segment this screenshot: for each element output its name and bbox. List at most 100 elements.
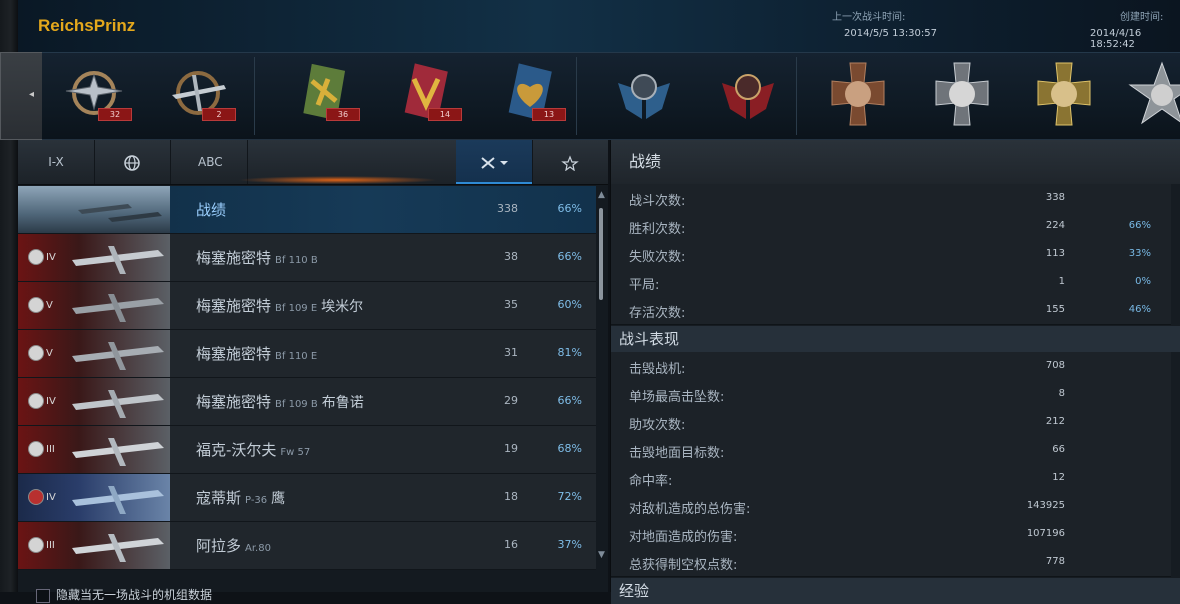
aircraft-list: 战绩 338 66% IV 梅塞施密特 Bf 110 B 38 66% V 梅塞施… [18, 186, 596, 570]
stat-value: 778 [1045, 556, 1065, 567]
list-item[interactable]: IV 梅塞施密特 Bf 109 B 布鲁诺 29 66% [18, 378, 596, 426]
aircraft-list-panel: I-X ABC 战绩 338 66% IV 梅塞施密特 Bf 110 B 38 … [18, 140, 608, 603]
tier-text: III [46, 540, 55, 551]
stat-percent: 0% [1135, 276, 1151, 287]
medal-count: 36 [326, 108, 360, 121]
medal-silver-cross[interactable] [926, 61, 998, 131]
silver-cross-portrait-icon [935, 62, 989, 126]
tier-text: V [46, 348, 53, 359]
medal-green-plane[interactable]: 36 [288, 61, 360, 131]
stat-label: 助攻次数: [629, 418, 686, 433]
scroll-down-icon[interactable]: ▼ [598, 550, 605, 560]
stat-value: 708 [1045, 360, 1065, 371]
list-item[interactable]: IV 梅塞施密特 Bf 110 B 38 66% [18, 234, 596, 282]
stat-percent: 33% [1128, 248, 1151, 259]
aircraft-nickname: 埃米尔 [321, 299, 364, 315]
blue-wings-emblem-icon [618, 74, 670, 119]
nation-emblem-icon [28, 441, 44, 457]
medal-count: 2 [202, 108, 236, 121]
summary-thumbnail [18, 186, 170, 233]
medal-wings-badge[interactable]: 32 [60, 61, 132, 131]
aircraft-image [72, 438, 164, 466]
aircraft-name-text: 阿拉多 [196, 537, 242, 555]
side-collapse-tab[interactable]: ◂ [0, 52, 44, 140]
tier-text: III [46, 444, 55, 455]
class-filter-dropdown[interactable] [456, 140, 533, 184]
list-item[interactable]: III 福克-沃尔夫 Fw 57 19 68% [18, 426, 596, 474]
medal-count: 32 [98, 108, 132, 121]
profile-header: ReichsPrinz 上一次战斗时间: 2014/5/5 13:30:57 创… [18, 0, 1180, 52]
medal-red-v[interactable]: 14 [390, 61, 462, 131]
list-item[interactable]: III 阿拉多 Ar.80 16 37% [18, 522, 596, 570]
stat-value: 338 [1045, 192, 1065, 203]
list-item[interactable]: IV 寇蒂斯 P-36 鹰 18 72% [18, 474, 596, 522]
aircraft-name: 寇蒂斯 P-36 鹰 [196, 487, 285, 508]
crossed-planes-icon [481, 156, 508, 169]
tier-badge: V [28, 297, 53, 313]
stat-value: 143925 [1026, 500, 1065, 511]
scroll-up-icon[interactable]: ▲ [598, 190, 605, 200]
wings-star-icon [561, 154, 579, 171]
medal-divider [254, 57, 255, 135]
tier-filter-button[interactable]: I-X [18, 140, 95, 184]
aircraft-name: 梅塞施密特 Bf 110 E [196, 343, 321, 364]
stat-value: 212 [1045, 416, 1065, 427]
stats-panel: 战绩 战斗次数: 338 胜利次数: 224 66% 失败次数: 113 33% 平局: 1… [610, 140, 1180, 604]
stat-value: 1 [1058, 276, 1065, 287]
stat-row: 对地面造成的伤害: 107196 [611, 520, 1171, 549]
medal-divider [576, 57, 577, 135]
stat-row: 总获得制空权点数: 778 [611, 548, 1171, 577]
battles-count: 338 [497, 202, 518, 215]
hide-empty-checkbox[interactable] [36, 588, 50, 603]
aircraft-image [72, 294, 164, 322]
aircraft-name-text: 战绩 [196, 201, 227, 219]
stat-label: 击毁地面目标数: [629, 446, 725, 461]
list-item-summary[interactable]: 战绩 338 66% [18, 186, 596, 234]
list-item[interactable]: V 梅塞施密特 Bf 109 E 埃米尔 35 60% [18, 282, 596, 330]
aircraft-image [72, 342, 164, 370]
filter-bar: I-X ABC [18, 140, 608, 185]
nation-emblem-icon [28, 393, 44, 409]
medal-heart[interactable]: 13 [494, 61, 566, 131]
battles-count: 35 [504, 298, 518, 311]
nation-filter-button[interactable] [94, 140, 171, 184]
aircraft-name: 阿拉多 Ar.80 [196, 535, 275, 556]
rank-filter-button[interactable] [532, 140, 608, 184]
plane-formation-image [78, 204, 162, 222]
aircraft-model: Bf 109 E [275, 303, 318, 314]
aircraft-name-text: 梅塞施密特 [196, 393, 272, 411]
stat-value: 113 [1045, 248, 1065, 259]
medal-propeller-plane[interactable]: 2 [164, 61, 236, 131]
win-rate: 66% [557, 394, 582, 407]
aircraft-name-text: 福克-沃尔夫 [196, 441, 277, 459]
last-battle-label: 上一次战斗时间: [832, 12, 906, 23]
stat-row: 战斗次数: 338 [611, 184, 1171, 213]
medal-gold-cross[interactable] [1028, 61, 1100, 131]
stat-row: 胜利次数: 224 66% [611, 212, 1171, 241]
hide-empty-option[interactable]: 隐藏当无一场战斗的机组数据 [36, 586, 212, 603]
list-scrollbar[interactable]: ▲ ▼ [596, 186, 608, 570]
scrollbar-thumb[interactable] [599, 208, 603, 300]
list-item[interactable]: V 梅塞施密特 Bf 110 E 31 81% [18, 330, 596, 378]
medal-red-wings[interactable] [712, 61, 784, 131]
stat-label: 击毁战机: [629, 362, 686, 377]
medal-bronze-cross[interactable] [822, 61, 894, 131]
medal-star[interactable] [1126, 61, 1180, 131]
nation-emblem-icon [28, 489, 44, 505]
medal-blue-wings[interactable] [608, 61, 680, 131]
tier-badge: V [28, 345, 53, 361]
globe-icon [124, 154, 140, 171]
sort-by-name-button[interactable]: ABC [170, 140, 248, 184]
battles-count: 18 [504, 490, 518, 503]
aircraft-image [72, 390, 164, 418]
aircraft-model: Bf 109 B [275, 399, 318, 410]
nation-emblem-icon [28, 537, 44, 553]
aircraft-name: 梅塞施密特 Bf 109 B 布鲁诺 [196, 391, 364, 412]
tier-text: IV [46, 396, 56, 407]
last-battle-value: 2014/5/5 13:30:57 [844, 28, 938, 39]
stat-label: 胜利次数: [629, 222, 686, 237]
battles-count: 16 [504, 538, 518, 551]
win-rate: 68% [557, 442, 582, 455]
stat-row: 击毁战机: 708 [611, 352, 1171, 381]
tier-badge: III [28, 537, 55, 553]
